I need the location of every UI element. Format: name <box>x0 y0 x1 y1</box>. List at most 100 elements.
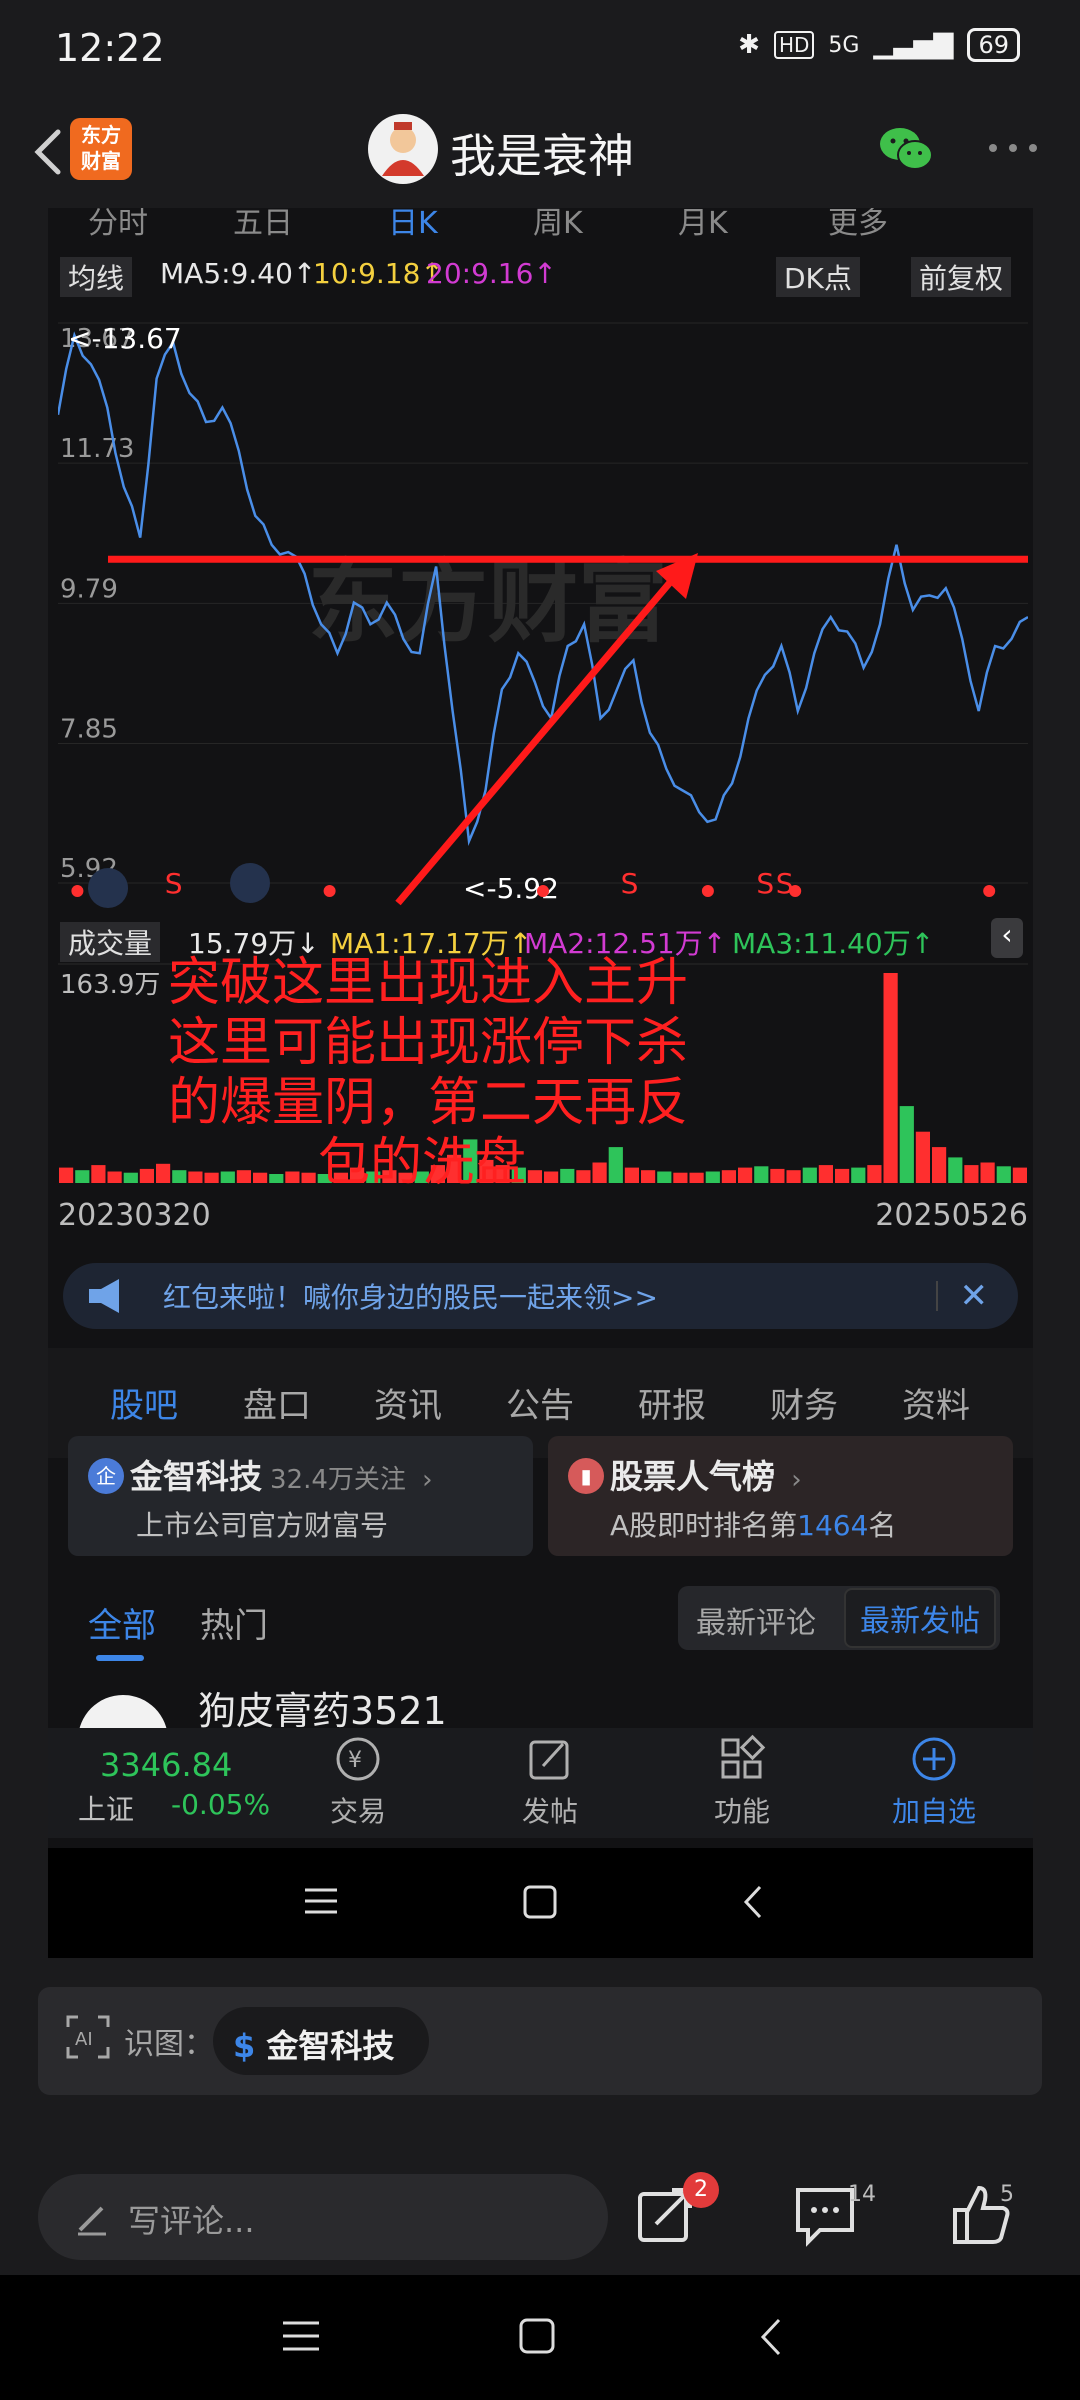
dk-point-button: DK点 <box>776 257 860 297</box>
tab-monthly-k: 月K <box>678 208 728 241</box>
volume-bar <box>754 1166 769 1183</box>
price-tick-label: 7.85 <box>60 715 118 745</box>
inner-system-nav <box>48 1848 1033 1958</box>
volume-bar <box>673 1172 688 1183</box>
ma-mode-select: 均线 <box>60 257 133 297</box>
volume-bar <box>657 1171 672 1183</box>
price-high-label: <-13.67 <box>68 322 182 355</box>
vol-ma3: MA3:11.40万↑ <box>732 927 935 960</box>
like-count: 5 <box>1000 2182 1014 2207</box>
svg-text:AI: AI <box>75 2029 93 2050</box>
sort-toggle: 最新评论 最新发帖 <box>678 1586 1000 1650</box>
tab-announcements: 公告 <box>506 1386 574 1426</box>
volume-bar <box>495 1165 510 1183</box>
tab-news: 资讯 <box>374 1386 442 1426</box>
tab-five-day: 五日 <box>233 208 293 241</box>
index-name: 上证 <box>78 1793 135 1826</box>
volume-bar <box>996 1166 1011 1183</box>
signal-label: 5G <box>828 32 860 58</box>
stock-chip[interactable]: $ 金智科技 <box>213 2007 429 2075</box>
volume-bar <box>204 1172 219 1183</box>
volume-bar <box>107 1171 122 1183</box>
comment-bar: 写评论... 2 14 5 <box>0 2160 1080 2275</box>
tab-more: 更多 <box>828 208 888 241</box>
chevron-right-icon: › <box>413 1465 433 1495</box>
signal-icon: ▁▃▅▇ <box>873 30 954 60</box>
ai-label: 识图： <box>124 2027 214 2062</box>
volume-bar <box>932 1147 947 1183</box>
nav-trade: ¥ 交易 <box>298 1734 418 1830</box>
compose-icon <box>529 1740 569 1780</box>
volume-bar <box>802 1167 817 1183</box>
stock-chip-label: 金智科技 <box>266 2027 395 2065</box>
price-tick-label: 9.79 <box>60 574 118 604</box>
volume-bar <box>317 1174 332 1183</box>
signal-dot <box>789 885 802 897</box>
volume-bar <box>738 1167 753 1183</box>
volume-bar <box>948 1157 963 1183</box>
filter-hot: 热门 <box>200 1606 268 1646</box>
volume-bar <box>350 1167 365 1183</box>
comment-input[interactable]: 写评论... <box>38 2174 608 2260</box>
promo-banner: 红包来啦！喊你身边的股民一起来领>> ✕ <box>63 1263 1018 1329</box>
back-icon <box>743 1885 762 1919</box>
volume-bar <box>398 1172 413 1183</box>
volume-bar <box>576 1170 591 1183</box>
s-marker: S <box>756 867 774 900</box>
volume-bar <box>366 1171 381 1183</box>
price-line-chart: 东方财富 13.6711.739.797.855.92 <-13.67 <-5.… <box>58 322 1028 908</box>
end-date: 20250526 <box>875 1198 1028 1233</box>
menu-icon[interactable] <box>281 2319 321 2353</box>
volume-bar <box>527 1170 542 1183</box>
volume-bar <box>253 1172 268 1183</box>
back-icon[interactable] <box>755 2317 787 2357</box>
volume-bar <box>333 1172 348 1183</box>
follower-count: 32.4万关注 <box>270 1465 406 1495</box>
company-card: 企 金智科技 32.4万关注 › 上市公司官方财富号 <box>68 1436 533 1556</box>
volume-bar <box>479 1159 494 1183</box>
volume-bar <box>301 1172 316 1183</box>
trade-icon: ¥ <box>336 1737 380 1781</box>
hd-icon: HD <box>773 31 815 59</box>
vol-ma1: MA1:17.17万↑ <box>330 927 533 960</box>
index-change: -0.05% <box>171 1788 271 1821</box>
tab-finance: 财务 <box>770 1386 838 1426</box>
vol-ma2: MA2:12.51万↑ <box>524 927 727 960</box>
fullscreen-icon <box>230 863 270 903</box>
index-value: 3346.84 <box>100 1746 233 1784</box>
rank-number: 1464 <box>797 1509 869 1542</box>
volume-bar <box>770 1168 785 1183</box>
signal-dot <box>983 885 996 897</box>
volume-bar <box>835 1168 850 1183</box>
sort-latest-comment: 最新评论 <box>696 1606 816 1641</box>
author-name[interactable]: 我是衰神 <box>450 120 634 186</box>
wechat-icon[interactable] <box>878 124 934 174</box>
volume-bar <box>123 1172 138 1183</box>
user-avatar <box>78 1695 168 1730</box>
home-icon[interactable] <box>518 2317 556 2355</box>
home-icon <box>523 1885 557 1919</box>
volume-bar <box>721 1170 736 1183</box>
status-time: 12:22 <box>55 26 165 70</box>
pen-icon <box>78 2206 106 2236</box>
tab-weekly-k: 周K <box>533 208 583 241</box>
volume-value: 15.79万↓ <box>188 927 320 960</box>
volume-bar <box>818 1165 833 1183</box>
dollar-icon: $ <box>233 2027 256 2065</box>
volume-bar <box>172 1170 187 1183</box>
start-date: 20230320 <box>58 1198 211 1233</box>
volume-bar-chart: 163.9万 <box>58 963 1028 1183</box>
company-card-subtitle: 上市公司官方财富号 <box>136 1509 389 1542</box>
more-options-icon[interactable] <box>985 140 1041 156</box>
volume-bar <box>592 1162 607 1183</box>
volume-max-label: 163.9万 <box>60 970 160 1000</box>
comment-placeholder: 写评论... <box>128 2202 255 2240</box>
volume-bar <box>705 1171 720 1183</box>
nav-add-watchlist: 加自选 <box>874 1734 994 1830</box>
post-image[interactable]: 分时 五日 日K 周K 月K 更多 均线 MA5:9.40↑ 10:9.18↑ … <box>48 208 1033 1958</box>
author-avatar[interactable] <box>368 114 438 184</box>
app-logo[interactable]: 东方 财富 <box>70 118 132 180</box>
volume-bar <box>1012 1167 1027 1183</box>
volume-bar <box>269 1174 284 1183</box>
volume-bar <box>851 1167 866 1183</box>
